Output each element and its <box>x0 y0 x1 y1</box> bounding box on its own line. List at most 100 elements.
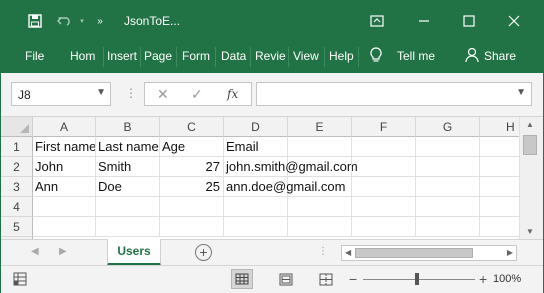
cell-d2[interactable]: john.smith@gmail.com <box>224 157 358 177</box>
column-header-b[interactable]: B <box>96 117 160 137</box>
tab-file[interactable]: File <box>25 49 44 63</box>
share-button[interactable]: Share <box>484 49 516 63</box>
macro-record-icon[interactable] <box>13 272 27 289</box>
row-header-1[interactable]: 1 <box>1 137 33 157</box>
cell-b1[interactable]: Last name <box>96 137 160 157</box>
column-header-e[interactable]: E <box>288 117 352 137</box>
cell-h1[interactable] <box>480 137 519 157</box>
prev-sheet-icon[interactable]: ◀ <box>31 246 39 257</box>
scroll-left-icon[interactable]: ◀ <box>345 248 351 257</box>
add-sheet-button[interactable]: + <box>195 244 212 261</box>
cell-d1[interactable]: Email <box>224 137 288 157</box>
cell-a3[interactable]: Ann <box>33 177 96 197</box>
cell-g5[interactable] <box>416 217 480 237</box>
page-break-view-button[interactable] <box>315 269 337 289</box>
column-header-d[interactable]: D <box>224 117 288 137</box>
cell-e5[interactable] <box>288 217 352 237</box>
tab-home[interactable]: Hom <box>70 49 95 63</box>
maximize-button[interactable] <box>457 9 481 33</box>
row-header-2[interactable]: 2 <box>1 157 33 177</box>
normal-view-button[interactable] <box>231 269 253 289</box>
cell-c5[interactable] <box>160 217 224 237</box>
cell-h5[interactable] <box>480 217 519 237</box>
tab-review[interactable]: Revie <box>255 49 286 63</box>
column-header-h[interactable]: H <box>480 117 519 137</box>
tab-view[interactable]: View <box>293 49 319 63</box>
tab-formulas[interactable]: Form <box>182 49 210 63</box>
row-header-3[interactable]: 3 <box>1 177 33 197</box>
enter-icon[interactable]: ✓ <box>191 86 203 103</box>
sheet-tab-users[interactable]: Users <box>107 239 161 266</box>
insert-function-icon[interactable]: fx <box>227 87 238 101</box>
formula-input[interactable]: ▼ <box>256 82 532 106</box>
column-header-f[interactable]: F <box>352 117 416 137</box>
undo-dropdown-icon[interactable]: ▾ <box>72 11 92 31</box>
zoom-out-icon[interactable]: − <box>349 271 357 287</box>
cell-a1[interactable]: First name <box>33 137 96 157</box>
cell-c2[interactable]: 27 <box>160 157 224 177</box>
customize-toolbar-icon[interactable]: » <box>90 11 110 31</box>
lightbulb-icon[interactable] <box>370 47 382 66</box>
cell-b4[interactable] <box>96 197 160 217</box>
cell-g3[interactable] <box>416 177 480 197</box>
next-sheet-icon[interactable]: ▶ <box>59 246 67 257</box>
cell-b3[interactable]: Doe <box>96 177 160 197</box>
horizontal-scroll-thumb[interactable] <box>355 248 473 258</box>
close-button[interactable] <box>502 9 526 33</box>
tab-page-layout[interactable]: Page <box>144 49 172 63</box>
cell-c4[interactable] <box>160 197 224 217</box>
ribbon-display-options-icon[interactable] <box>365 9 389 33</box>
scroll-right-icon[interactable]: ▶ <box>507 248 513 257</box>
vertical-scroll-thumb[interactable] <box>523 135 537 155</box>
cancel-icon[interactable]: ✕ <box>157 86 169 103</box>
expand-formula-bar-icon[interactable]: ▼ <box>516 87 526 98</box>
column-header-g[interactable]: G <box>416 117 480 137</box>
cell-d4[interactable] <box>224 197 288 217</box>
cell-e2[interactable] <box>288 157 352 177</box>
cell-a5[interactable] <box>33 217 96 237</box>
column-header-a[interactable]: A <box>33 117 96 137</box>
tab-split-handle-icon[interactable]: ⋮ <box>318 246 328 257</box>
name-box[interactable]: J8 ▼ <box>11 82 111 106</box>
tell-me-box[interactable]: Tell me <box>397 49 435 63</box>
save-icon[interactable] <box>25 11 45 31</box>
select-all-button[interactable] <box>1 117 33 137</box>
cell-d5[interactable] <box>224 217 288 237</box>
column-header-c[interactable]: C <box>160 117 224 137</box>
cell-d3[interactable]: ann.doe@gmail.com <box>224 177 345 197</box>
page-layout-view-button[interactable] <box>275 269 297 289</box>
horizontal-scrollbar[interactable]: ◀ ▶ <box>341 245 517 261</box>
scroll-down-icon[interactable]: ▼ <box>526 227 534 236</box>
resize-handle-icon[interactable]: ⋮ <box>125 86 137 100</box>
chevron-down-icon[interactable]: ▼ <box>96 87 106 98</box>
cell-e1[interactable] <box>288 137 352 157</box>
cell-e4[interactable] <box>288 197 352 217</box>
cell-g1[interactable] <box>416 137 480 157</box>
vertical-scrollbar[interactable]: ▲ ▼ <box>519 117 543 239</box>
cell-f3[interactable] <box>352 177 416 197</box>
cell-b2[interactable]: Smith <box>96 157 160 177</box>
minimize-button[interactable] <box>412 9 436 33</box>
cell-b5[interactable] <box>96 217 160 237</box>
cell-h3[interactable] <box>480 177 519 197</box>
cell-e3[interactable] <box>288 177 352 197</box>
scroll-up-icon[interactable]: ▲ <box>526 120 534 129</box>
cell-c1[interactable]: Age <box>160 137 224 157</box>
worksheet-grid[interactable]: A B C D E F G H 1 2 3 4 5 First name Las… <box>1 117 519 239</box>
cell-a2[interactable]: John <box>33 157 96 177</box>
cell-h4[interactable] <box>480 197 519 217</box>
tab-help[interactable]: Help <box>329 49 354 63</box>
zoom-slider-thumb[interactable] <box>415 273 419 285</box>
row-header-4[interactable]: 4 <box>1 197 33 217</box>
cell-f5[interactable] <box>352 217 416 237</box>
cell-c3[interactable]: 25 <box>160 177 224 197</box>
cell-a4[interactable] <box>33 197 96 217</box>
tab-data[interactable]: Data <box>221 49 246 63</box>
zoom-in-icon[interactable]: + <box>479 271 487 287</box>
cell-f1[interactable] <box>352 137 416 157</box>
cell-g2[interactable] <box>416 157 480 177</box>
cell-f2[interactable] <box>352 157 416 177</box>
cell-h2[interactable] <box>480 157 519 177</box>
share-icon[interactable] <box>465 47 479 66</box>
cell-g4[interactable] <box>416 197 480 217</box>
